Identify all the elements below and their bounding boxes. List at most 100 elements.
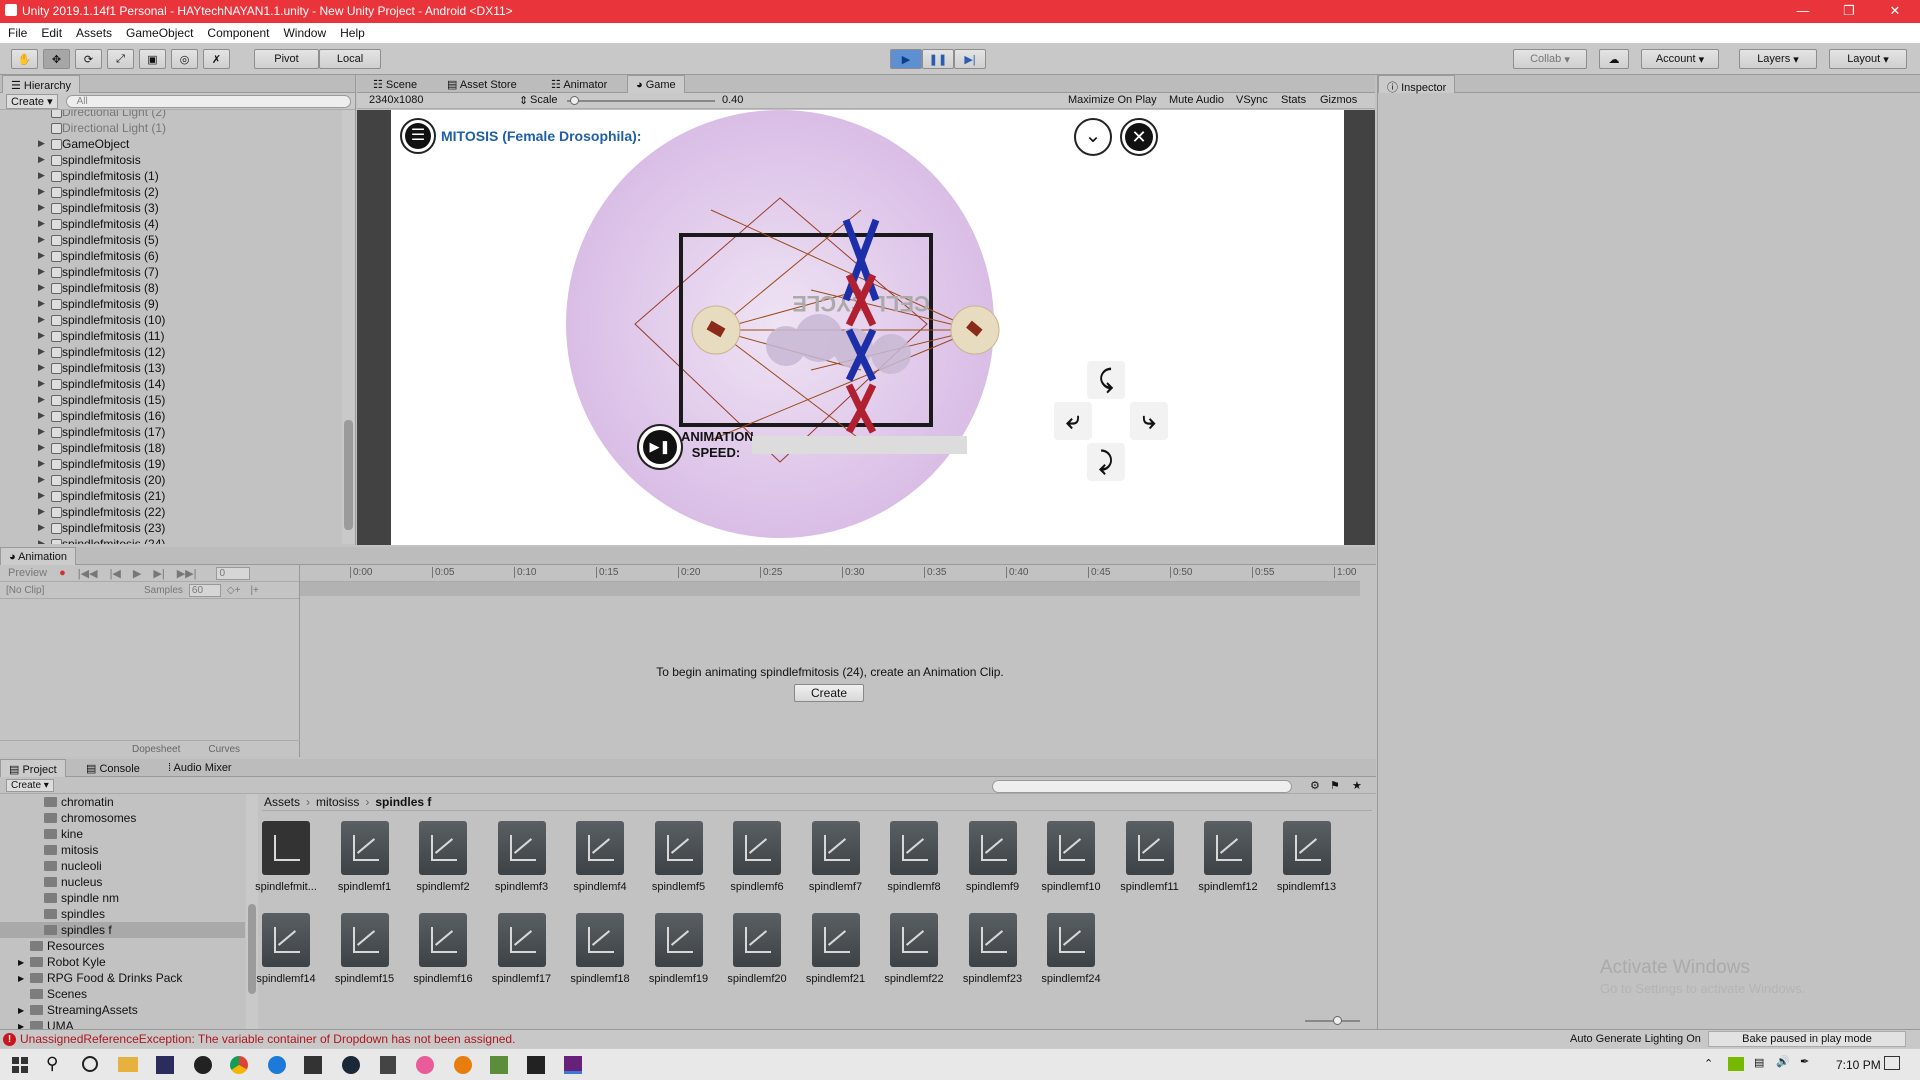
add-event-icon[interactable]: |+ — [250, 585, 258, 596]
menu-help[interactable]: Help — [340, 26, 365, 40]
first-key-icon[interactable]: |◀◀ — [78, 567, 98, 580]
cloud-icon[interactable]: ☁ — [1599, 49, 1629, 69]
asset-item[interactable]: spindlemf9 — [957, 821, 1029, 893]
account-dropdown[interactable]: Account ▾ — [1641, 49, 1719, 69]
gizmos-dropdown[interactable]: Gizmos — [1320, 94, 1357, 106]
expand-arrow-icon[interactable]: ▶ — [38, 138, 45, 149]
rotate-right-icon[interactable]: ⤷ — [1130, 402, 1168, 440]
minecraft-icon[interactable] — [490, 1056, 508, 1074]
icon-size-knob[interactable] — [1333, 1016, 1342, 1025]
asset-item[interactable]: spindlemf17 — [486, 913, 558, 985]
breadcrumb-spindles-f[interactable]: spindles f — [375, 795, 431, 809]
filter-type-icon[interactable]: ⚙ — [1310, 779, 1320, 792]
prev-key-icon[interactable]: |◀ — [110, 567, 121, 580]
expand-arrow-icon[interactable]: ▶ — [38, 458, 45, 469]
calculator-icon[interactable] — [380, 1056, 396, 1074]
minimize-icon[interactable]: — — [1780, 0, 1826, 23]
project-folder-item[interactable]: Resources — [0, 938, 245, 954]
record-icon[interactable]: ● — [59, 567, 66, 579]
expand-arrow-icon[interactable]: ▶ — [38, 298, 45, 309]
mute-audio-toggle[interactable]: Mute Audio — [1169, 94, 1224, 106]
tab-animation[interactable]: ◕ Animation — [0, 547, 77, 565]
windows-start-icon[interactable] — [12, 1057, 28, 1073]
expand-arrow-icon[interactable]: ▶ — [38, 506, 45, 517]
network-icon[interactable]: ▤ — [1754, 1056, 1764, 1069]
search-icon[interactable]: ⚲ — [46, 1054, 58, 1074]
error-message[interactable]: UnassignedReferenceException: The variab… — [20, 1032, 515, 1046]
project-folder-item[interactable]: nucleoli — [0, 858, 245, 874]
rotate-up-icon[interactable]: ⤹ — [1087, 361, 1125, 399]
tab-game[interactable]: ◕ Game — [627, 75, 685, 93]
favorite-icon[interactable]: ★ — [1352, 779, 1362, 792]
project-folder-item[interactable]: kine — [0, 826, 245, 842]
expand-arrow-icon[interactable]: ▶ — [38, 538, 45, 544]
menu-component[interactable]: Component — [207, 26, 269, 40]
pause-button[interactable]: ❚❚ — [922, 49, 954, 69]
vsync-toggle[interactable]: VSync — [1236, 94, 1268, 106]
asset-item[interactable]: spindlemf13 — [1271, 821, 1343, 893]
layers-dropdown[interactable]: Layers ▾ — [1739, 49, 1817, 69]
expand-arrow-icon[interactable]: ▶ — [38, 426, 45, 437]
asset-item[interactable]: spindlemf10 — [1035, 821, 1107, 893]
breadcrumb-mitosiss[interactable]: mitosiss — [316, 795, 359, 809]
collab-dropdown[interactable]: Collab ▾ — [1513, 49, 1587, 69]
expand-arrow-icon[interactable]: ▶ — [38, 346, 45, 357]
scale-tool-icon[interactable]: ⤢ — [107, 49, 134, 69]
project-folder-item[interactable]: chromosomes — [0, 810, 245, 826]
layout-dropdown[interactable]: Layout ▾ — [1829, 49, 1907, 69]
menu-gameobject[interactable]: GameObject — [126, 26, 193, 40]
step-button[interactable]: ▶| — [954, 49, 986, 69]
asset-item[interactable]: spindlemf6 — [721, 821, 793, 893]
asset-item[interactable]: spindlemf18 — [564, 913, 636, 985]
project-folder-item[interactable]: ▶ Robot Kyle — [0, 954, 245, 970]
preview-toggle[interactable]: Preview — [8, 567, 47, 579]
create-clip-button[interactable]: Create — [794, 684, 864, 702]
pivot-toggle[interactable]: Pivot — [254, 49, 319, 69]
tab-animator[interactable]: ☷ Animator — [543, 75, 615, 93]
asset-item[interactable]: spindlemf19 — [643, 913, 715, 985]
expand-arrow-icon[interactable]: ▶ — [38, 202, 45, 213]
tab-scene[interactable]: ☷ Scene — [365, 75, 425, 93]
samples-input[interactable]: 60 — [188, 583, 221, 597]
asset-item[interactable]: spindlemf16 — [407, 913, 479, 985]
expand-arrow-icon[interactable]: ▶ — [38, 410, 45, 421]
animation-speed-slider[interactable] — [752, 436, 967, 454]
asset-item[interactable]: spindlemf23 — [957, 913, 1029, 985]
tab-audio-mixer[interactable]: ⁞ Audio Mixer — [160, 759, 240, 777]
asset-item[interactable]: spindlemf4 — [564, 821, 636, 893]
timeline-ruler[interactable]: 0:00 0:05 0:10 0:15 0:20 0:25 0:30 0:35 0:40 0:45… — [300, 565, 1360, 582]
tab-inspector[interactable]: ⓘ Inspector — [1378, 75, 1456, 94]
asset-item[interactable]: spindlemf3 — [486, 821, 558, 893]
tab-project[interactable]: ▤ Project — [0, 759, 66, 777]
project-folder-item[interactable]: mitosis — [0, 842, 245, 858]
maximize-icon[interactable]: ❐ — [1826, 0, 1872, 23]
hierarchy-scrollbar[interactable] — [342, 110, 355, 544]
expand-arrow-icon[interactable]: ▶ — [18, 958, 28, 967]
chevron-down-icon[interactable]: ⌄ — [1074, 118, 1112, 156]
expand-arrow-icon[interactable]: ▶ — [18, 1022, 28, 1030]
expand-arrow-icon[interactable]: ▶ — [38, 362, 45, 373]
asset-item[interactable]: spindlemf15 — [329, 913, 401, 985]
project-folder-item[interactable]: spindles — [0, 906, 245, 922]
project-folder-item[interactable]: nucleus — [0, 874, 245, 890]
project-folder-item[interactable]: ▶ StreamingAssets — [0, 1002, 245, 1018]
menu-assets[interactable]: Assets — [76, 26, 112, 40]
expand-arrow-icon[interactable]: ▶ — [38, 154, 45, 165]
play-button[interactable]: ▶ — [890, 49, 922, 69]
project-folder-item[interactable]: spindle nm — [0, 890, 245, 906]
move-tool-icon[interactable]: ✥ — [43, 49, 70, 69]
asset-item[interactable]: spindlefmit... — [250, 821, 322, 893]
asset-item[interactable]: spindlemf14 — [250, 913, 322, 985]
expand-arrow-icon[interactable]: ▶ — [38, 378, 45, 389]
expand-arrow-icon[interactable]: ▶ — [38, 490, 45, 501]
close-game-button[interactable]: ✕ — [1120, 118, 1158, 156]
tab-hierarchy[interactable]: ☰ Hierarchy — [2, 75, 80, 93]
asset-item[interactable]: spindlemf1 — [329, 821, 401, 893]
pen-icon[interactable]: ✒ — [1800, 1055, 1809, 1068]
project-folder-item[interactable]: spindles f — [0, 922, 245, 938]
project-create-button[interactable]: Create ▾ — [6, 778, 54, 792]
hierarchy-create-button[interactable]: Create ▾ — [6, 93, 58, 109]
menu-window[interactable]: Window — [283, 26, 326, 40]
hierarchy-search-input[interactable]: All — [65, 94, 351, 108]
scale-slider-knob[interactable] — [570, 96, 580, 105]
